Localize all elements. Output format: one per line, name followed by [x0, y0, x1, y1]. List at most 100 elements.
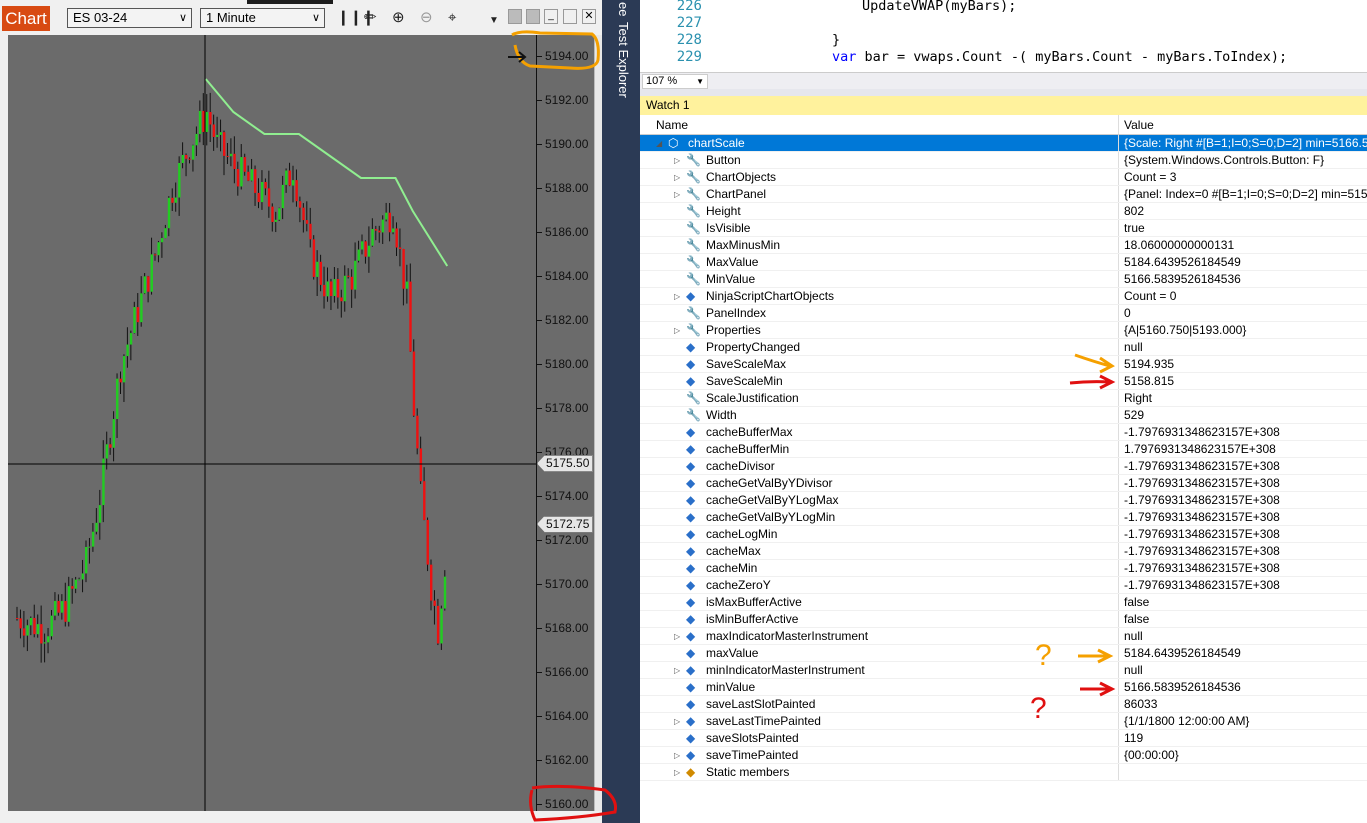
watch-row[interactable]: 🔧 Height 802 — [640, 203, 1367, 220]
watch-row[interactable]: ◆ isMaxBufferActive false — [640, 594, 1367, 611]
column-divider[interactable] — [1118, 115, 1119, 134]
watch-value[interactable]: -1.7976931348623157E+308 — [1124, 577, 1280, 594]
column-value-header[interactable]: Value — [1124, 115, 1154, 135]
expand-icon[interactable]: ▷ — [674, 152, 680, 169]
maximize-button[interactable] — [563, 9, 577, 24]
watch-value[interactable]: 86033 — [1124, 696, 1157, 713]
watch-value[interactable]: 119 — [1124, 730, 1143, 747]
code-editor[interactable]: 226 UpdateVWAP(myBars); 227 228} 229 var bar … — [640, 0, 1367, 72]
watch-row[interactable]: ◆ minValue 5166.5839526184536 — [640, 679, 1367, 696]
expand-icon[interactable]: ▷ — [674, 662, 680, 679]
watch-value[interactable]: {00:00:00} — [1124, 747, 1179, 764]
price-axis[interactable]: 5194.00 5192.00 5190.00 5188.00 5186.00 5184.… — [536, 35, 594, 811]
watch-row[interactable]: ◆ isMinBufferActive false — [640, 611, 1367, 628]
watch-row[interactable]: 🔧 MinValue 5166.5839526184536 — [640, 271, 1367, 288]
watch-value[interactable]: 5184.6439526184549 — [1124, 645, 1241, 662]
instrument-select[interactable]: ES 03-24 ∨ — [67, 8, 192, 28]
watch-row[interactable]: 🔧 Width 529 — [640, 407, 1367, 424]
watch-row[interactable]: ◆ cacheZeroY -1.7976931348623157E+308 — [640, 577, 1367, 594]
zoom-out-icon[interactable]: ⊖ — [420, 10, 433, 26]
panel-button-1[interactable] — [508, 9, 522, 24]
watch-row[interactable]: ◆ cacheDivisor -1.7976931348623157E+308 — [640, 458, 1367, 475]
watch-row[interactable]: ◆ SaveScaleMax 5194.935 — [640, 356, 1367, 373]
price-chart-plot[interactable] — [8, 35, 536, 811]
watch-value[interactable]: 802 — [1124, 203, 1144, 220]
expand-icon[interactable]: ▷ — [674, 186, 680, 203]
watch-row[interactable]: ◆ cacheBufferMin 1.7976931348623157E+308 — [640, 441, 1367, 458]
watch-row[interactable]: 🔧 IsVisible true — [640, 220, 1367, 237]
watch-row[interactable]: ▷ 🔧 ChartObjects Count = 3 — [640, 169, 1367, 186]
expand-icon[interactable]: ▷ — [674, 628, 680, 645]
watch-value[interactable]: Count = 3 — [1124, 169, 1176, 186]
watch-value[interactable]: {1/1/1800 12:00:00 AM} — [1124, 713, 1249, 730]
watch-value[interactable]: false — [1124, 611, 1149, 628]
watch-value[interactable]: -1.7976931348623157E+308 — [1124, 492, 1280, 509]
zoom-level-select[interactable]: 107 % ▼ — [642, 74, 708, 89]
expand-icon[interactable]: ▷ — [674, 747, 680, 764]
watch-value[interactable]: {Scale: Right #[B=1;I=0;S=0;D=2] min=516… — [1124, 135, 1367, 152]
watch-value[interactable]: -1.7976931348623157E+308 — [1124, 424, 1280, 441]
expand-icon[interactable]: ▷ — [674, 322, 680, 339]
watch-row[interactable]: ◆ cacheMax -1.7976931348623157E+308 — [640, 543, 1367, 560]
watch-row[interactable]: ◆ cacheMin -1.7976931348623157E+308 — [640, 560, 1367, 577]
watch-value[interactable]: null — [1124, 662, 1143, 679]
watch-row[interactable]: ▷ 🔧 ChartPanel {Panel: Index=0 #[B=1;I=0;S=… — [640, 186, 1367, 203]
expand-icon[interactable]: ▷ — [674, 288, 680, 305]
watch-value[interactable]: 18.06000000000131 — [1124, 237, 1234, 254]
zoom-in-icon[interactable]: ⊕ — [392, 10, 405, 26]
watch-value[interactable]: 5166.5839526184536 — [1124, 271, 1241, 288]
watch-value[interactable]: 5184.6439526184549 — [1124, 254, 1241, 271]
watch-value[interactable]: 1.7976931348623157E+308 — [1124, 441, 1276, 458]
pencil-icon[interactable]: ✏ — [364, 10, 377, 26]
collapse-icon[interactable]: ◢ — [656, 135, 662, 152]
watch-row[interactable]: ▷ ◆ saveTimePainted {00:00:00} — [640, 747, 1367, 764]
dropdown-icon[interactable]: ▼ — [489, 13, 499, 29]
panel-button-2[interactable] — [526, 9, 540, 24]
watch-value[interactable]: {A|5160.750|5193.000} — [1124, 322, 1246, 339]
chart-scrollbar[interactable] — [594, 35, 602, 811]
watch-row[interactable]: ▷ 🔧 Button {System.Windows.Controls.Button:… — [640, 152, 1367, 169]
watch-row[interactable]: ◆ cacheBufferMax -1.7976931348623157E+308 — [640, 424, 1367, 441]
expand-icon[interactable]: ▷ — [674, 169, 680, 186]
watch-row[interactable]: ◆ saveLastSlotPainted 86033 — [640, 696, 1367, 713]
watch-value[interactable]: 5194.935 — [1124, 356, 1174, 373]
watch-row[interactable]: ▷ ◆ minIndicatorMasterInstrument null — [640, 662, 1367, 679]
interval-select[interactable]: 1 Minute ∨ — [200, 8, 325, 28]
watch-row[interactable]: ◆ maxValue 5184.6439526184549 — [640, 645, 1367, 662]
watch-row[interactable]: ◆ cacheGetValByYLogMin -1.7976931348623157… — [640, 509, 1367, 526]
column-name-header[interactable]: Name — [656, 115, 688, 135]
watch-row[interactable]: ◆ PropertyChanged null — [640, 339, 1367, 356]
watch-row[interactable]: 🔧 MaxValue 5184.6439526184549 — [640, 254, 1367, 271]
watch-value[interactable]: null — [1124, 339, 1143, 356]
watch-value[interactable]: Count = 0 — [1124, 288, 1176, 305]
crosshair-icon[interactable]: ⌖ — [448, 10, 456, 26]
watch-row[interactable]: ▷ 🔧 Properties {A|5160.750|5193.000} — [640, 322, 1367, 339]
watch-row[interactable]: ◆ cacheGetValByYDivisor -1.797693134862315… — [640, 475, 1367, 492]
watch-row[interactable]: 🔧 MaxMinusMin 18.06000000000131 — [640, 237, 1367, 254]
watch-row[interactable]: ▷ ◆ saveLastTimePainted {1/1/1800 12:00:00 … — [640, 713, 1367, 730]
watch-value[interactable]: 0 — [1124, 305, 1131, 322]
minimize-button[interactable]: _ — [544, 9, 558, 24]
watch-value[interactable]: {Panel: Index=0 #[B=1;I=0;S=0;D=2] min=5… — [1124, 186, 1367, 203]
watch-value[interactable]: false — [1124, 594, 1149, 611]
code-line[interactable]: } — [832, 32, 840, 48]
chart-tab[interactable]: Chart — [2, 6, 50, 31]
watch-row[interactable]: ◢ ⬡ chartScale {Scale: Right #[B=1;I=0;S=0;… — [640, 135, 1367, 152]
watch-value[interactable]: -1.7976931348623157E+308 — [1124, 458, 1280, 475]
watch-value[interactable]: 5166.5839526184536 — [1124, 679, 1241, 696]
code-line[interactable]: var bar = vwaps.Count -( myBars.Count - … — [832, 49, 1287, 65]
code-line[interactable]: UpdateVWAP(myBars); — [862, 0, 1016, 14]
watch-value[interactable]: {System.Windows.Controls.Button: F} — [1124, 152, 1324, 169]
watch-row[interactable]: ▷ ◆ maxIndicatorMasterInstrument null — [640, 628, 1367, 645]
watch-value[interactable]: -1.7976931348623157E+308 — [1124, 543, 1280, 560]
watch-value[interactable]: null — [1124, 628, 1143, 645]
watch-row[interactable]: ▷ ◆ NinjaScriptChartObjects Count = 0 — [640, 288, 1367, 305]
watch-row[interactable]: 🔧 PanelIndex 0 — [640, 305, 1367, 322]
watch-value[interactable]: -1.7976931348623157E+308 — [1124, 526, 1280, 543]
watch-row[interactable]: ▷ ◆ Static members — [640, 764, 1367, 781]
expand-icon[interactable]: ▷ — [674, 713, 680, 730]
watch-row[interactable]: ◆ saveSlotsPainted 119 — [640, 730, 1367, 747]
watch-value[interactable]: Right — [1124, 390, 1152, 407]
close-button[interactable]: ✕ — [582, 9, 596, 24]
watch-row[interactable]: ◆ cacheLogMin -1.7976931348623157E+308 — [640, 526, 1367, 543]
